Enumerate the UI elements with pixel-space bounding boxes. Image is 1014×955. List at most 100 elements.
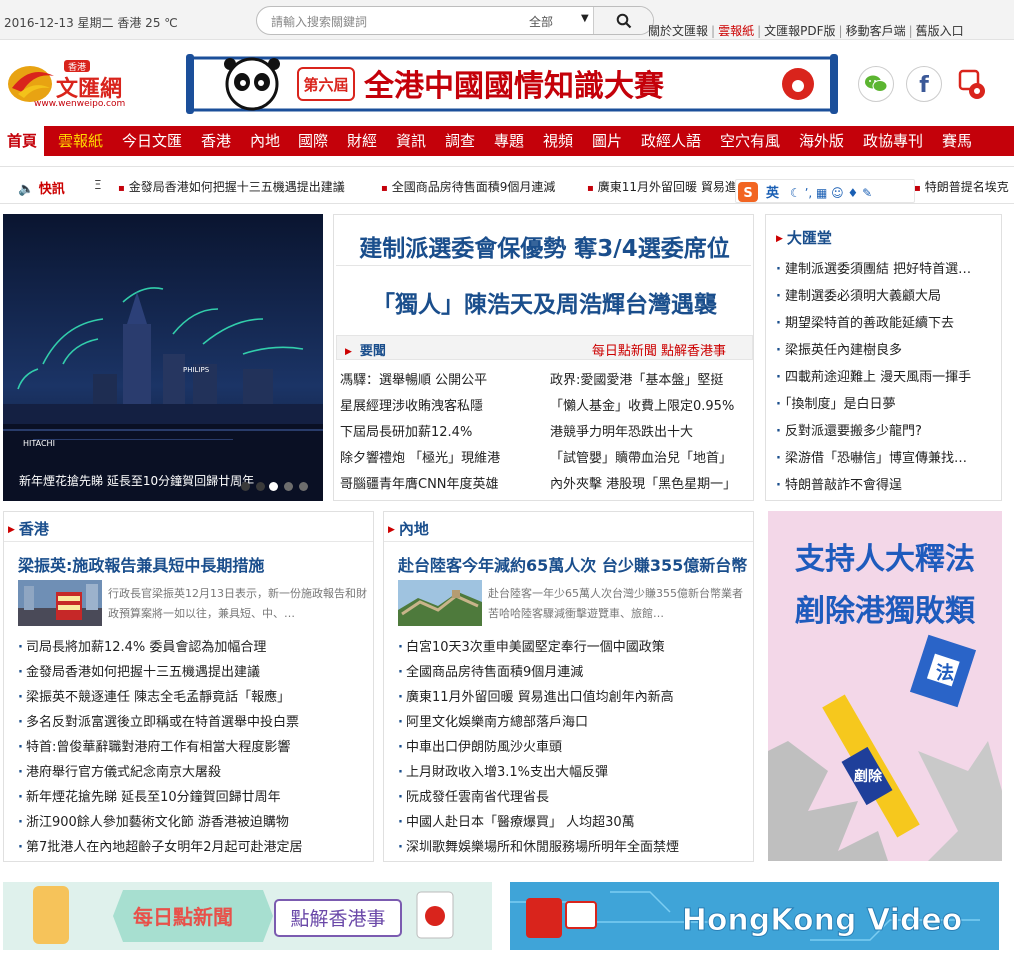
nav-topics[interactable]: 專題 [494, 126, 524, 156]
nav-video[interactable]: 視頻 [543, 126, 573, 156]
nav-overseas[interactable]: 海外版 [799, 126, 844, 156]
nav-international[interactable]: 國際 [298, 126, 328, 156]
hongkong-item[interactable]: 浙江900餘人參加藝術文化節 游香港被迫購物 [18, 811, 289, 830]
yaowen-item[interactable]: 哥腦疆青年膺CNN年度英雄 [340, 473, 499, 492]
yaowen-item[interactable]: 內外夾擊 港股現「黑色星期一」 [550, 473, 736, 492]
chevron-down-icon[interactable]: ▼ [581, 13, 589, 24]
link-pdf[interactable]: 文匯報PDF版 [764, 24, 835, 38]
opinion-item[interactable]: 特朗普敲詐不會得逞 [776, 474, 998, 493]
yaowen-item[interactable]: 港競爭力明年恐跌出十大 [550, 421, 693, 440]
yaowen-item[interactable]: 「試管嬰」贖帶血治兒「地首」 [550, 447, 732, 466]
opinion-item[interactable]: 四載荊途迎難上 漫天風雨一揮手 [776, 366, 998, 385]
ad-daily-main: 每日點新聞 [133, 905, 233, 929]
nav-survey[interactable]: 調查 [445, 126, 475, 156]
hongkong-item[interactable]: 梁振英不競逐連任 陳志全毛孟靜竟話「報應」 [18, 686, 290, 705]
ticker-item[interactable]: 全國商品房待售面積9個月連減 [381, 178, 556, 195]
site-logo[interactable]: 香港 文匯網 www.wenweipo.com [4, 58, 154, 109]
yaowen-item[interactable]: 政界:愛國愛港「基本盤」堅挺 [550, 369, 723, 388]
nav-home[interactable]: 首頁 [0, 126, 44, 156]
yaowen-item[interactable]: 星展經理涉收賄洩客私隱 [340, 395, 483, 414]
nav-politics-talk[interactable]: 政經人語 [641, 126, 701, 156]
slider-dot[interactable] [256, 482, 265, 491]
nav-info[interactable]: 資訊 [396, 126, 426, 156]
slider-dot[interactable] [299, 482, 308, 491]
daily-news-ad[interactable]: 每日點新聞 點解香港事 [3, 882, 492, 950]
nav-cloud-paper[interactable]: 雲報紙 [58, 126, 103, 156]
mainland-item[interactable]: 中車出口伊朗防風沙火車頭 [398, 736, 562, 755]
nav-cppcc[interactable]: 政協專刊 [863, 126, 923, 156]
mainland-item[interactable]: 阮成發任雲南省代理省長 [398, 786, 549, 805]
hongkong-item[interactable]: 第7批港人在內地超齡子女明年2月起可赴港定居 [18, 836, 303, 855]
nav-racing[interactable]: 賽馬 [942, 126, 972, 156]
opinion-item[interactable]: 梁游借「恐嚇信」博宣傳兼找… [776, 447, 998, 466]
mainland-item[interactable]: 深圳歌舞娛樂場所和休閒服務場所明年全面禁煙 [398, 836, 679, 855]
slider-dot[interactable] [284, 482, 293, 491]
facebook-button[interactable]: f [906, 66, 942, 102]
link-about[interactable]: 關於文匯報 [648, 24, 708, 38]
quiz-banner[interactable]: 第六屆 全港中國國情知識大賽 [186, 52, 838, 116]
nav-rumours[interactable]: 空穴有風 [720, 126, 780, 156]
mainland-item[interactable]: 阿里文化娛樂南方總部落戶海口 [398, 711, 588, 730]
hongkong-lead[interactable]: 梁振英:施政報告兼具短中長期措施 [18, 552, 264, 576]
yaowen-right-link[interactable]: 每日點新聞 點解香港事 [592, 340, 726, 359]
link-old-version[interactable]: 舊版入口 [916, 24, 964, 38]
dian-app-button[interactable] [954, 66, 990, 102]
yaowen-item[interactable]: 除夕響禮炮 「極光」現維港 [340, 447, 500, 466]
headline-1[interactable]: 建制派選委會保優勢 奪3/4選委席位 [334, 229, 755, 263]
nav-photos[interactable]: 圖片 [592, 126, 622, 156]
yaowen-item[interactable]: 「懶人基金」收費上限定0.95% [550, 395, 734, 414]
hongkong-item[interactable]: 多名反對派富選後立即稱或在特首選舉中投白票 [18, 711, 299, 730]
promo-poster[interactable]: 支持人大釋法 剷除港獨敗類 法 剷除 [768, 511, 1002, 861]
mainland-lead[interactable]: 赴台陸客今年減約65萬人次 台少賺355億新台幣 [398, 552, 747, 576]
mainland-item[interactable]: 白宮10天3次重申美國堅定奉行一個中國政策 [398, 636, 665, 655]
search-input[interactable] [271, 13, 521, 30]
search-button[interactable] [593, 7, 653, 34]
mainland-item[interactable]: 上月財政收入增3.1%支出大幅反彈 [398, 761, 608, 780]
svg-text:HITACHI: HITACHI [23, 439, 55, 448]
search-icon [616, 13, 631, 28]
hongkong-item[interactable]: 新年煙花搶先睇 延長至10分鐘賀回歸廿周年 [18, 786, 281, 805]
yaowen-title[interactable]: 要聞 [345, 340, 386, 359]
photo-slider[interactable]: HITACHI PHILIPS 新年煙花搶先睇 延長至10分鐘賀回歸廿周年 [3, 214, 323, 501]
link-cloud-paper[interactable]: 雲報紙 [718, 24, 754, 38]
opinion-item[interactable]: 「換制度」是白日夢 [776, 393, 998, 412]
headline-2[interactable]: 「獨人」陳浩天及周浩輝台灣遇襲 [334, 285, 755, 319]
hongkong-title[interactable]: 香港 [8, 518, 49, 539]
slider-dot-active[interactable] [269, 482, 278, 491]
mainland-item[interactable]: 廣東11月外留回暖 貿易進出口值均創年內新高 [398, 686, 674, 705]
opinion-item[interactable]: 梁振英任內建樹良多 [776, 339, 998, 358]
ime-toolbar[interactable]: S 英 ☾ ʼ, ▦ ☺ ♦ ✎ [735, 179, 915, 203]
ticker-item[interactable]: 特朗普提名埃克 [914, 178, 1010, 195]
yaowen-item[interactable]: 下屆局長研加薪12.4% [340, 421, 472, 440]
svg-text:f: f [919, 73, 929, 95]
mainland-item[interactable]: 全國商品房待售面積9個月連減 [398, 661, 583, 680]
hongkong-thumbnail[interactable] [18, 580, 102, 626]
headlines-panel: 建制派選委會保優勢 奪3/4選委席位 「獨人」陳浩天及周浩輝台灣遇襲 要聞 每日… [333, 214, 754, 501]
link-mobile[interactable]: 移動客戶端 [846, 24, 906, 38]
nav-hongkong[interactable]: 香港 [201, 126, 231, 156]
nav-today[interactable]: 今日文匯 [122, 126, 182, 156]
slider-dot[interactable] [241, 482, 250, 491]
yaowen-header: 要聞 每日點新聞 點解香港事 [336, 335, 753, 360]
opinion-title[interactable]: 大匯堂 [776, 227, 832, 248]
wechat-button[interactable] [858, 66, 894, 102]
ticker-item[interactable]: 金發局香港如何把握十三五機遇提出建議 [118, 178, 345, 195]
nav-finance[interactable]: 財經 [347, 126, 377, 156]
mainland-thumbnail[interactable] [398, 580, 482, 626]
opinion-item[interactable]: 期望梁特首的善政能延續下去 [776, 312, 998, 331]
top-links: 關於文匯報 | 雲報紙 | 文匯報PDF版 | 移動客戶端 | 舊版入口 [648, 24, 964, 38]
nav-mainland[interactable]: 內地 [250, 126, 280, 156]
hongkong-item[interactable]: 港府舉行官方儀式紀念南京大屠殺 [18, 761, 221, 780]
hongkong-video-ad[interactable]: HongKong Video [510, 882, 999, 950]
yaowen-item[interactable]: 馮驛：選舉暢順 公開公平 [340, 369, 487, 388]
mainland-item[interactable]: 中國人赴日本「醫療爆買」 人均超30萬 [398, 811, 635, 830]
opinion-item[interactable]: 建制選委必須明大義顧大局 [776, 285, 998, 304]
ticker-label: 🔈 快訊 [18, 182, 65, 197]
hongkong-item[interactable]: 特首:曾俊華辭職對港府工作有相當大程度影響 [18, 736, 290, 755]
opinion-item[interactable]: 建制派選委須團結 把好特首選… [776, 258, 998, 277]
opinion-item[interactable]: 反對派還要搬多少龍門? [776, 420, 998, 439]
slider-caption[interactable]: 新年煙花搶先睇 延長至10分鐘賀回歸廿周年 [19, 472, 254, 489]
hongkong-item[interactable]: 司局長將加薪12.4% 委員會認為加幅合理 [18, 636, 266, 655]
hongkong-item[interactable]: 金發局香港如何把握十三五機遇提出建議 [18, 661, 260, 680]
mainland-title[interactable]: 內地 [388, 518, 429, 539]
